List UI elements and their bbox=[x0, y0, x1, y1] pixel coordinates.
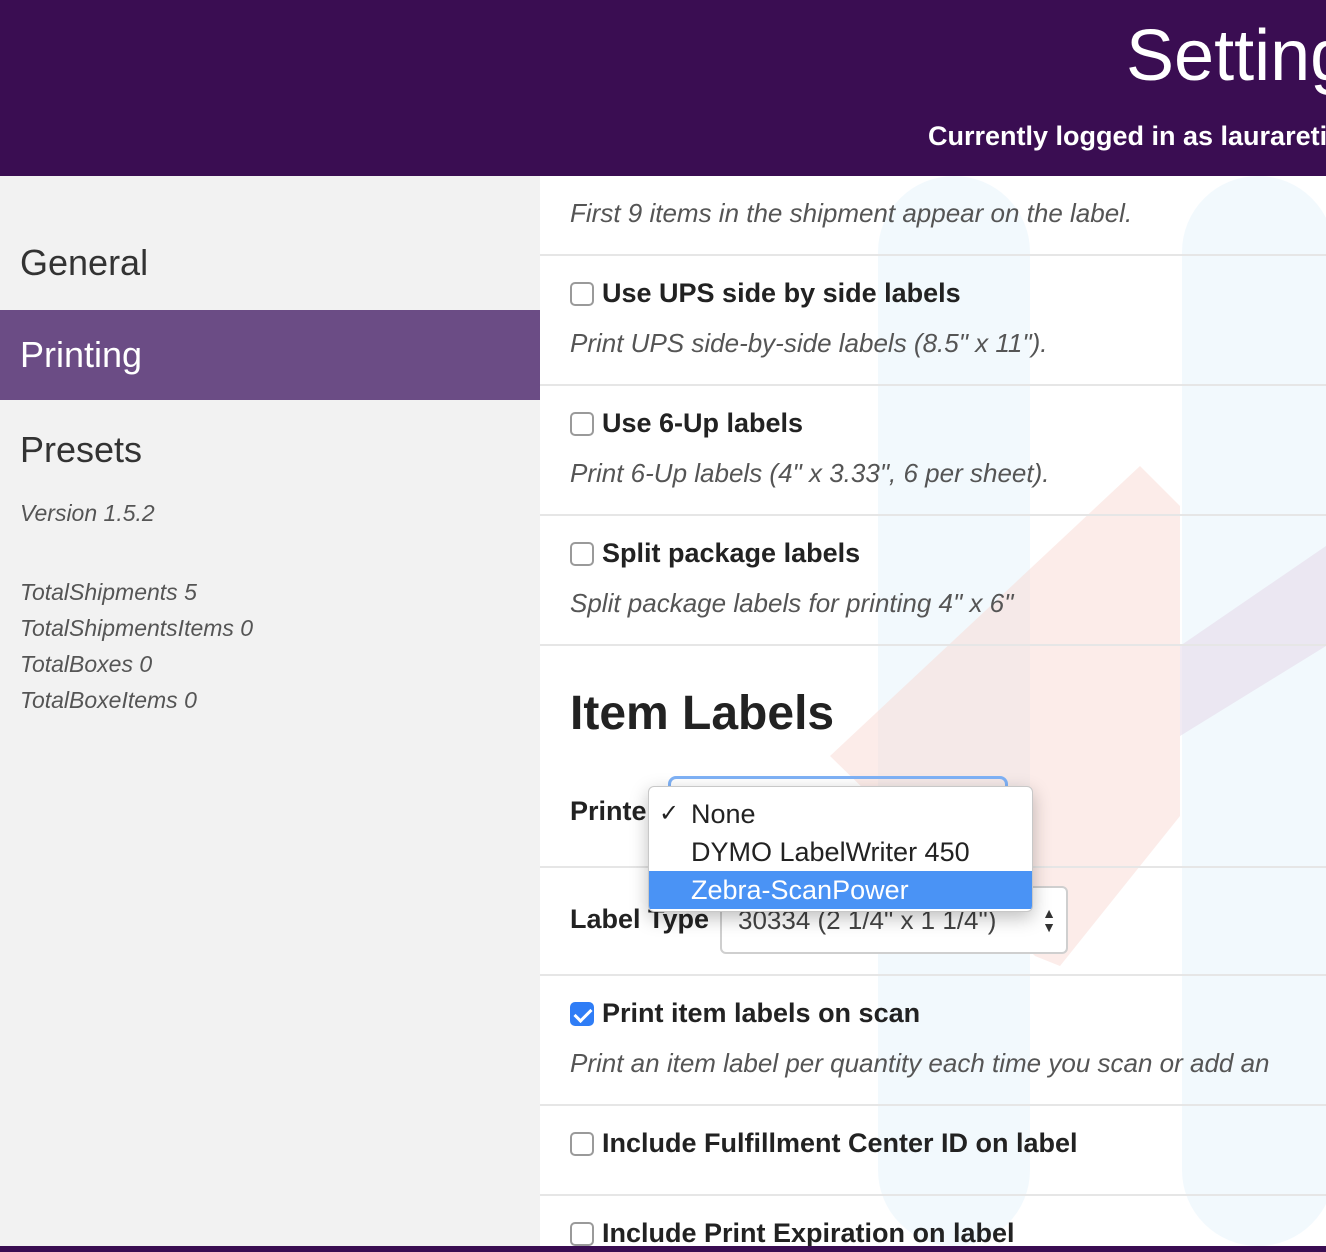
option-label: Split package labels bbox=[602, 538, 861, 568]
ups-side-by-side-checkbox[interactable] bbox=[570, 281, 594, 306]
option-row-include-fc-id: Include Fulfillment Center ID on label bbox=[540, 1106, 1326, 1196]
include-fc-id-checkbox[interactable] bbox=[570, 1131, 594, 1156]
option-desc: Print 6-Up labels (4" x 3.33", 6 per she… bbox=[570, 458, 1050, 488]
option-label: Include Fulfillment Center ID on label bbox=[602, 1128, 1078, 1158]
stat-total-shipments: TotalShipments 5 bbox=[20, 579, 197, 605]
sidebar-item-printing[interactable]: Printing bbox=[0, 310, 540, 400]
option-desc: Print an item label per quantity each ti… bbox=[570, 1048, 1270, 1078]
stat-total-boxe-items: TotalBoxeItems 0 bbox=[20, 687, 197, 713]
printer-label: Printer bbox=[570, 796, 658, 826]
option-row-6-up: Use 6-Up labels Print 6-Up labels (4" x … bbox=[540, 386, 1326, 516]
version-text: Version 1.5.2 bbox=[20, 500, 155, 526]
dropdown-option-dymo[interactable]: DYMO LabelWriter 450 bbox=[649, 833, 1032, 871]
option-row-split-package: Split package labels Split package label… bbox=[540, 516, 1326, 646]
six-up-checkbox[interactable] bbox=[570, 411, 594, 436]
option-row-ups-side-by-side: Use UPS side by side labels Print UPS si… bbox=[540, 256, 1326, 386]
option-desc: Split package labels for printing 4" x 6… bbox=[570, 588, 1014, 618]
select-arrows-icon: ▲ ▼ bbox=[1042, 905, 1056, 935]
dropdown-option-none[interactable]: ✓ None bbox=[649, 795, 1032, 833]
option-row-include-expiration: Include Print Expiration on label bbox=[540, 1196, 1326, 1246]
option-desc: First 9 items in the shipment appear on … bbox=[570, 198, 1133, 228]
option-desc: Print UPS side-by-side labels (8.5" x 11… bbox=[570, 328, 1048, 358]
option-label: Use 6-Up labels bbox=[602, 408, 804, 438]
option-label: Print item labels on scan bbox=[602, 998, 921, 1028]
sidebar-item-general[interactable]: General bbox=[0, 216, 540, 310]
option-label: Use UPS side by side labels bbox=[602, 278, 961, 308]
option-label: Include Print Expiration on label bbox=[602, 1218, 1015, 1246]
stat-total-boxes: TotalBoxes 0 bbox=[20, 651, 153, 677]
option-row-print-on-scan: Print item labels on scan Print an item … bbox=[540, 976, 1326, 1106]
dropdown-option-zebra[interactable]: Zebra-ScanPower bbox=[649, 871, 1032, 909]
split-package-checkbox[interactable] bbox=[570, 541, 594, 566]
include-expiration-checkbox[interactable] bbox=[570, 1221, 594, 1246]
stats-list: TotalShipments 5 TotalShipmentsItems 0 T… bbox=[20, 574, 253, 718]
sidebar-item-presets[interactable]: Presets bbox=[0, 400, 540, 500]
option-row-first-nine: First 9 items in the shipment appear on … bbox=[540, 176, 1326, 256]
logged-in-status: Currently logged in as laurareti bbox=[928, 121, 1326, 151]
printer-dropdown-menu: ✓ None DYMO LabelWriter 450 Zebra-ScanPo… bbox=[648, 786, 1033, 912]
stat-total-shipments-items: TotalShipmentsItems 0 bbox=[20, 615, 254, 641]
sidebar: General Printing Presets Version 1.5.2 T… bbox=[0, 176, 540, 1246]
page-title: Settings bbox=[1126, 16, 1326, 96]
print-on-scan-checkbox[interactable] bbox=[570, 1001, 594, 1026]
main-content: First 9 items in the shipment appear on … bbox=[540, 176, 1326, 1246]
page-header: Settings Currently logged in as lauraret… bbox=[0, 0, 1326, 176]
bottom-border bbox=[0, 1246, 1326, 1252]
checkmark-icon: ✓ bbox=[659, 800, 680, 827]
